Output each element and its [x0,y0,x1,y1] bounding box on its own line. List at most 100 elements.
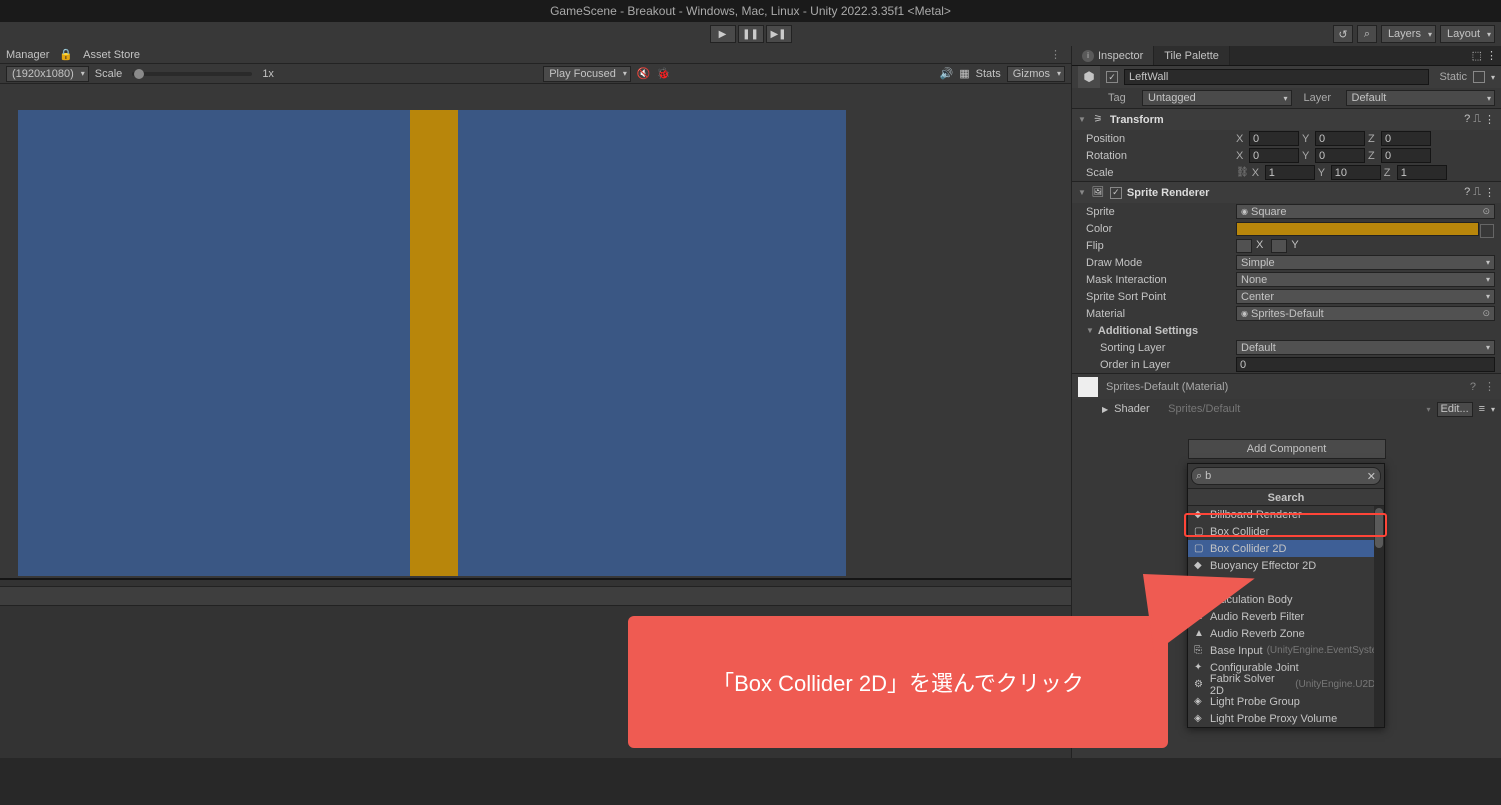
shader-row: ▶ Shader Sprites/Default ▾ Edit... ≡ ▾ [1072,399,1501,419]
scale-y-field[interactable]: 10 [1331,165,1381,180]
asset-store-tab[interactable]: Asset Store [83,49,140,61]
preset-icon[interactable]: ⎍ [1473,186,1481,199]
component-label: Box Collider 2D [1210,543,1286,555]
gameobject-name-field[interactable]: LeftWall [1124,69,1429,85]
component-item[interactable]: ◈ Light Probe Group [1188,693,1384,710]
sprite-field[interactable]: Square [1236,204,1495,219]
order-field[interactable]: 0 [1236,357,1495,372]
scale-slider[interactable] [132,72,252,76]
sortpoint-label: Sprite Sort Point [1086,291,1236,303]
add-component-button[interactable]: Add Component [1188,439,1386,459]
component-label: Fabrik Solver 2D [1210,673,1291,697]
layer-dropdown[interactable]: Default [1346,90,1496,106]
foldout-icon[interactable]: ▶ [1102,405,1108,414]
layout-dropdown[interactable]: Layout [1440,25,1495,43]
resolution-dropdown[interactable]: (1920x1080) [6,66,89,82]
enabled-checkbox[interactable] [1110,187,1122,199]
component-label: Base Input [1210,645,1263,657]
search-icon[interactable]: ⌕ [1357,25,1377,43]
component-label: Billboard Renderer [1210,509,1302,521]
scale-x-field[interactable]: 1 [1265,165,1315,180]
help-icon[interactable]: ? [1470,381,1476,393]
static-checkbox[interactable] [1473,71,1485,83]
component-search-input[interactable]: ⌕ b ✕ [1191,467,1381,485]
mask-dropdown[interactable]: None [1236,272,1495,287]
color-label: Color [1086,223,1236,235]
component-item[interactable]: ▢Box Collider [1188,523,1384,540]
position-label: Position [1086,133,1236,145]
menu-icon[interactable]: ⋮ [1484,113,1495,126]
preset-icon[interactable]: ⎍ [1473,113,1481,126]
sortpoint-dropdown[interactable]: Center [1236,289,1495,304]
material-header[interactable]: Sprites-Default (Material) ? ⋮ [1072,373,1501,399]
bug-icon[interactable]: 🐞 [657,67,671,80]
component-item[interactable]: ⚙Fabrik Solver 2D(UnityEngine.U2D. [1188,676,1384,693]
active-checkbox[interactable] [1106,71,1118,83]
scrollbar[interactable] [1374,506,1384,727]
help-icon[interactable]: ? [1464,186,1470,199]
scale-z-field[interactable]: 1 [1397,165,1447,180]
pos-y-field[interactable]: 0 [1315,131,1365,146]
mute-icon[interactable]: 🔇 [637,67,651,80]
gameobject-icon[interactable]: ⬢ [1078,66,1100,88]
foldout-icon[interactable]: ▼ [1078,188,1086,197]
game-viewport [0,84,1071,578]
edit-button[interactable]: Edit... [1437,402,1473,417]
tab-tile-palette[interactable]: Tile Palette [1154,46,1230,65]
component-label: Light Probe Group [1210,696,1300,708]
pause-button[interactable]: ❚❚ [738,25,764,43]
component-icon: ◆ [1194,509,1206,520]
panel-menu-icon[interactable]: ⋮ [1486,49,1497,62]
component-item[interactable]: ◆ Billboard Renderer [1188,506,1384,523]
audio-icon[interactable]: 🔊 [940,67,954,80]
panel-menu-icon[interactable]: ⋮ [1046,48,1065,61]
lock-icon[interactable]: ⬚ [1472,49,1482,62]
tag-dropdown[interactable]: Untagged [1142,90,1292,106]
rot-x-field[interactable]: 0 [1249,148,1299,163]
play-button[interactable]: ▶ [710,25,736,43]
pos-z-field[interactable]: 0 [1381,131,1431,146]
grid-icon[interactable]: ▦ [959,67,969,80]
gizmos-dropdown[interactable]: Gizmos [1007,66,1065,82]
material-field[interactable]: Sprites-Default [1236,306,1495,321]
flip-x-checkbox[interactable] [1236,239,1252,253]
menu-icon[interactable]: ⋮ [1484,186,1495,199]
sprite-renderer-header[interactable]: ▼ 🖼 Sprite Renderer ?⎍⋮ [1072,181,1501,203]
pos-x-field[interactable]: 0 [1249,131,1299,146]
annotation-callout: 「Box Collider 2D」を選んでクリック [628,616,1168,748]
list-icon[interactable]: ≡ [1479,403,1485,415]
color-field[interactable] [1236,222,1479,236]
drawmode-label: Draw Mode [1086,257,1236,269]
step-button[interactable]: ▶❚ [766,25,792,43]
play-focused-dropdown[interactable]: Play Focused [543,66,631,82]
shader-value: Sprites/Default [1168,403,1420,415]
component-item[interactable]: ◈Light Probe Proxy Volume [1188,710,1384,727]
clear-icon[interactable]: ✕ [1367,470,1376,483]
help-icon[interactable]: ? [1464,113,1470,126]
layers-dropdown[interactable]: Layers [1381,25,1436,43]
tab-inspector[interactable]: i Inspector [1072,46,1154,65]
rot-z-field[interactable]: 0 [1381,148,1431,163]
menu-icon[interactable]: ⋮ [1484,380,1495,393]
flip-y-checkbox[interactable] [1271,239,1287,253]
transform-header[interactable]: ▼ ⚞ Transform ?⎍⋮ [1072,108,1501,130]
static-dropdown-icon[interactable]: ▾ [1491,73,1495,82]
component-sublabel: (UnityEngine.U2D. [1295,679,1378,690]
component-icon: ◈ [1194,696,1206,707]
stats-button[interactable]: Stats [976,68,1001,80]
foldout-icon[interactable]: ▼ [1078,115,1086,124]
sortlayer-dropdown[interactable]: Default [1236,340,1495,355]
rot-y-field[interactable]: 0 [1315,148,1365,163]
component-item[interactable]: ⎘Base Input(UnityEngine.EventSyste [1188,642,1384,659]
component-item[interactable]: ▢Box Collider 2D [1188,540,1384,557]
rotation-label: Rotation [1086,150,1236,162]
constrain-icon[interactable]: ⛓ [1236,167,1249,178]
component-icon: ✦ [1194,662,1206,673]
main-toolbar: ▶ ❚❚ ▶❚ ↺ ⌕ Layers Layout [0,22,1501,46]
foldout-icon[interactable]: ▼ [1086,326,1094,335]
component-icon: ▢ [1194,526,1206,537]
drawmode-dropdown[interactable]: Simple [1236,255,1495,270]
undo-history-icon[interactable]: ↺ [1333,25,1353,43]
game-control-bar: (1920x1080) Scale 1x Play Focused 🔇 🐞 🔊 … [0,64,1071,84]
callout-text: 「Box Collider 2D」を選んでクリック [712,666,1084,698]
